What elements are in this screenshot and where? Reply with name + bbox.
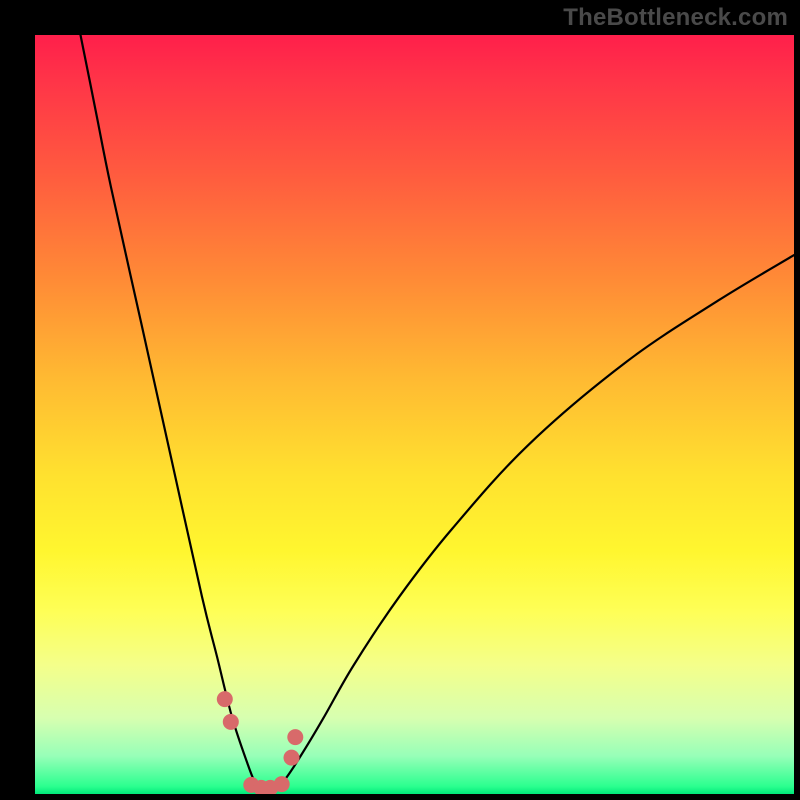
highlight-dot [274, 776, 290, 792]
highlight-dot [284, 750, 300, 766]
chart-frame: TheBottleneck.com [0, 0, 800, 800]
plot-svg [35, 35, 794, 794]
highlight-dot [217, 691, 233, 707]
watermark-text: TheBottleneck.com [563, 4, 788, 32]
highlight-dot [223, 714, 239, 730]
plot-area [35, 35, 794, 794]
bottleneck-curve [81, 35, 795, 791]
highlight-dot [287, 729, 303, 745]
